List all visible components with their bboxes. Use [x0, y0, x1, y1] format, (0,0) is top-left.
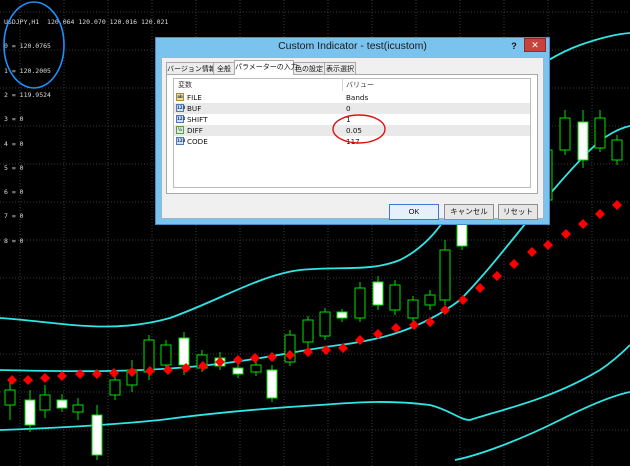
readout-line: 4 = 0 — [4, 139, 24, 148]
integer-icon: 123 — [176, 115, 186, 123]
variable-name: DIFF — [187, 126, 203, 135]
string-icon: ab — [176, 93, 184, 101]
candle-body — [439, 249, 451, 301]
candle-body — [594, 117, 606, 149]
variable-name: CODE — [187, 137, 208, 146]
candle-body — [302, 319, 314, 343]
candle-body — [611, 139, 623, 161]
candle-body — [577, 121, 589, 161]
candle-body — [266, 369, 278, 399]
candle-body — [389, 284, 401, 311]
candle-body — [39, 394, 51, 411]
dialog-titlebar[interactable]: Custom Indicator - test(icustom) ? ✕ — [156, 38, 549, 56]
double-icon: ½ — [176, 126, 184, 134]
readout-line: 5 = 0 — [4, 163, 24, 172]
readout-line: 7 = 0 — [4, 212, 24, 221]
integer-icon: 123 — [176, 137, 186, 145]
candle-body — [372, 281, 384, 306]
candle-body — [109, 379, 121, 396]
candle-body — [72, 404, 84, 413]
column-header-value: バリュー — [346, 81, 374, 89]
readout-line: 3 = 0 — [4, 115, 24, 124]
candle-body — [24, 399, 36, 426]
variable-name: FILE — [187, 93, 202, 102]
candle-body — [4, 389, 16, 406]
tab-general[interactable]: 全般 — [213, 62, 235, 74]
candle-body — [424, 294, 436, 306]
cancel-button[interactable]: キャンセル — [444, 204, 494, 220]
help-button[interactable]: ? — [505, 38, 523, 54]
candle-body — [336, 311, 348, 319]
candle-body — [91, 414, 103, 456]
variable-name: SHIFT — [187, 115, 208, 124]
candle-body — [178, 337, 190, 366]
column-header-variable: 変数 — [178, 81, 192, 89]
red-highlight-circle — [332, 114, 386, 144]
candle-body — [559, 117, 571, 151]
column-separator — [342, 79, 343, 91]
close-button[interactable]: ✕ — [524, 38, 546, 52]
variable-name: BUF — [187, 104, 202, 113]
dialog-title: Custom Indicator - test(icustom) — [278, 40, 427, 52]
candle-body — [56, 399, 68, 409]
candle-body — [354, 287, 366, 319]
table-row[interactable]: ab FILE Bands — [174, 92, 530, 103]
blue-highlight-circle — [3, 1, 65, 89]
tab-version-info[interactable]: バージョン情報 — [166, 62, 216, 74]
tab-visualization[interactable]: 表示選択 — [324, 62, 356, 74]
candle-body — [319, 311, 331, 337]
variable-value[interactable]: Bands — [346, 92, 368, 103]
readout-line: 6 = 0 — [4, 188, 24, 197]
ok-button[interactable]: OK — [389, 204, 439, 220]
candle-body — [250, 364, 262, 373]
reset-button[interactable]: リセット — [498, 204, 538, 220]
candle-body — [160, 344, 172, 366]
integer-icon: 123 — [176, 104, 186, 112]
candle-body — [232, 367, 244, 375]
readout-line: 8 = 0 — [4, 236, 24, 245]
candle-body — [407, 299, 419, 319]
tab-parameters[interactable]: パラメーターの入力 — [234, 60, 298, 75]
chart-window: USDJPY,H1 120.064 120.070 120.016 120.02… — [0, 0, 630, 466]
